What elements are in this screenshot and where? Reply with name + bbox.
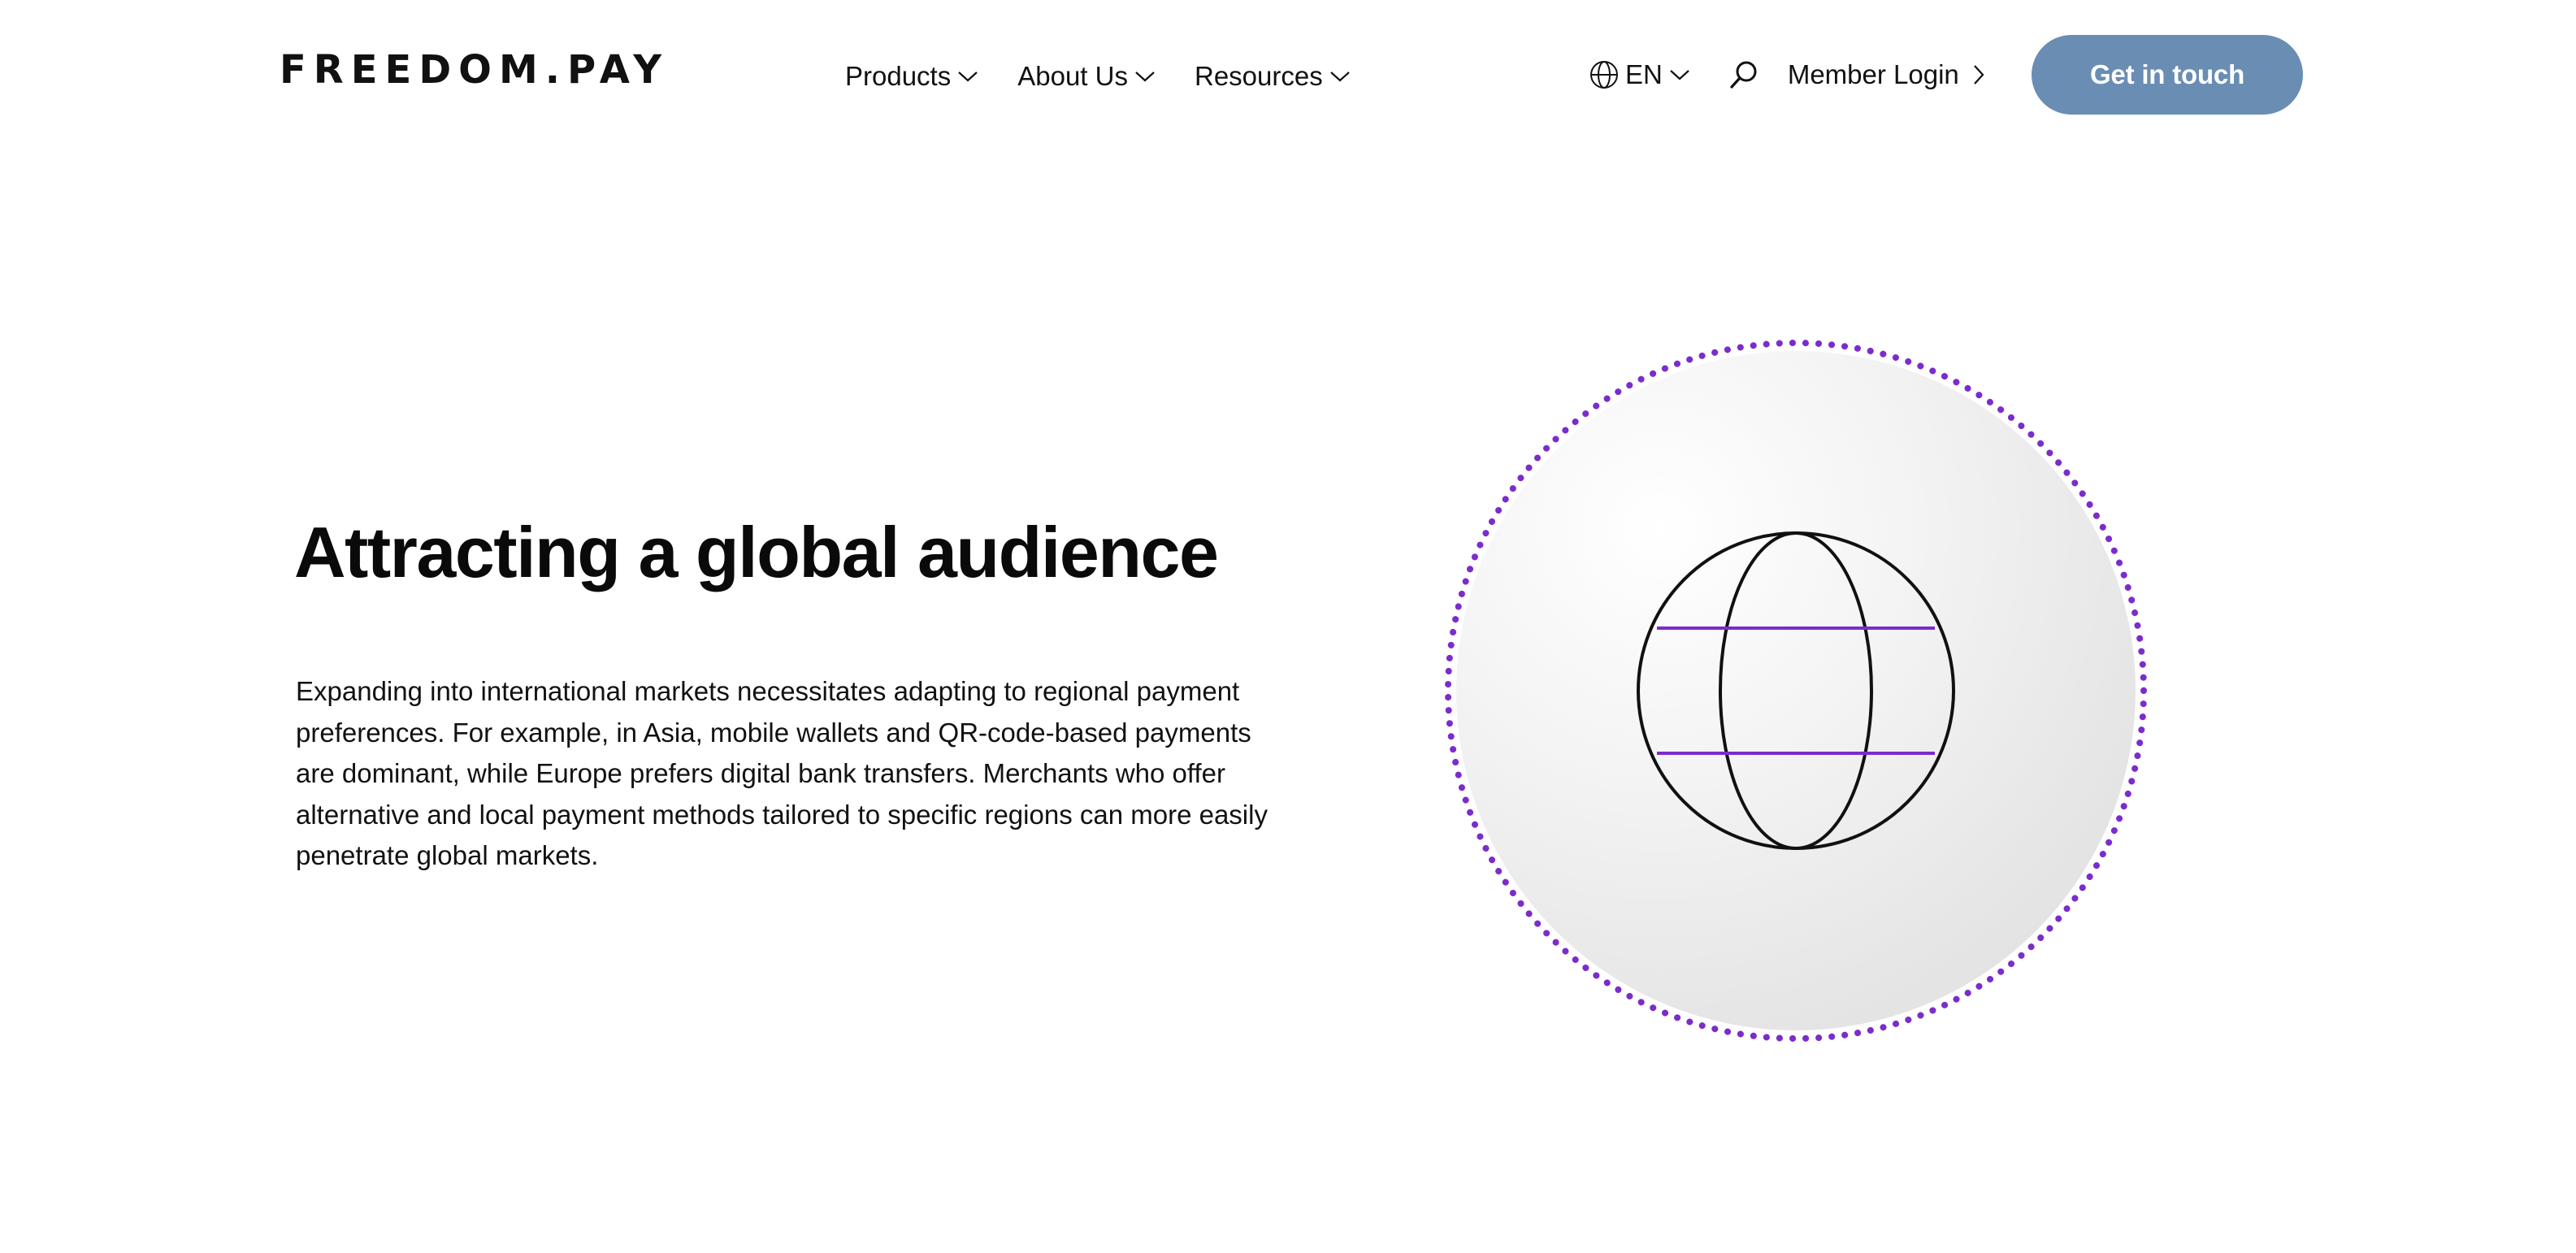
- globe-illustration: [1438, 333, 2153, 1048]
- search-icon: [1730, 61, 1757, 89]
- search-button[interactable]: [1726, 55, 1762, 94]
- language-label: EN: [1625, 59, 1663, 89]
- nav-item-about-us[interactable]: About Us: [1017, 57, 1156, 96]
- chevron-right-icon: [1973, 65, 1984, 85]
- freedompay-logo[interactable]: FREEDOM.PAY: [280, 47, 670, 93]
- globe-illustration-graphic: [1445, 340, 2147, 1042]
- main-nav: Products About Us Resources: [845, 57, 1351, 96]
- logo-text: FREEDOM.PAY: [280, 47, 670, 93]
- globe-icon: [1590, 61, 1618, 89]
- chevron-down-icon: [1329, 72, 1350, 82]
- member-login-label: Member Login: [1787, 59, 1959, 89]
- nav-item-resources[interactable]: Resources: [1195, 57, 1351, 96]
- member-login-link[interactable]: Member Login: [1788, 55, 1985, 94]
- nav-item-label: Products: [845, 61, 952, 91]
- site-header: FREEDOM.PAY Products About Us Resources: [0, 0, 2576, 154]
- chevron-down-icon: [1135, 72, 1155, 82]
- chevron-down-icon: [1670, 70, 1689, 80]
- header-utilities: EN Member Login: [1589, 55, 1985, 94]
- hero-body-text: Expanding into international markets nec…: [296, 676, 1268, 870]
- chevron-down-icon: [958, 72, 978, 82]
- hero-title: Attracting a global audience: [294, 512, 1219, 592]
- nav-item-label: About Us: [1017, 61, 1128, 91]
- nav-item-label: Resources: [1194, 61, 1323, 91]
- sphere-background: [1456, 351, 2136, 1030]
- language-selector[interactable]: EN: [1589, 55, 1690, 94]
- get-in-touch-button[interactable]: Get in touch: [2032, 35, 2303, 115]
- nav-item-products[interactable]: Products: [845, 57, 978, 96]
